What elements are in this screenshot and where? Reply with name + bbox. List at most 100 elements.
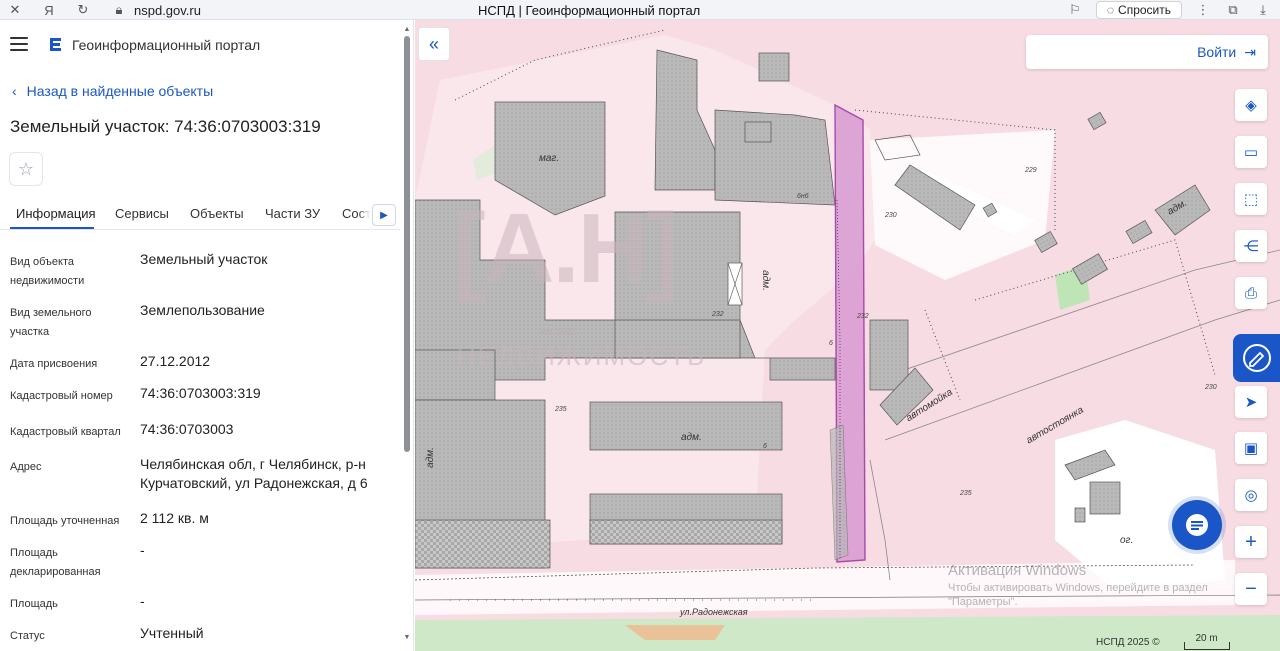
info-key: Кадастровый квартал — [10, 426, 121, 438]
windows-activation-subtitle: Чтобы активировать Windows, перейдите в … — [948, 582, 1208, 608]
ruler-button[interactable]: ▭ — [1235, 136, 1267, 168]
geo-point-icon: ◎ — [1244, 487, 1258, 504]
info-key: Статус — [10, 630, 45, 642]
tab-objects[interactable]: Объекты — [190, 206, 244, 221]
info-key: Площадь декларированная — [10, 547, 101, 578]
minus-icon: − — [1245, 577, 1257, 600]
star-icon: ☆ — [17, 158, 35, 179]
print-button[interactable]: ⎙ — [1235, 277, 1267, 309]
scroll-up-icon[interactable]: ▲ — [403, 26, 411, 33]
tabs-next-button[interactable]: ▶ — [372, 204, 396, 226]
address-bar[interactable]: 🔒︎ nspd.gov.ru — [110, 0, 201, 20]
map-canvas[interactable]: [А.Н] НЕДВИЖИМОСТЬ est. 2013 маг. адм. а… — [415, 20, 1280, 651]
portal-logo-icon — [50, 38, 61, 51]
back-to-results-link[interactable]: ‹ Назад в найденные объекты — [12, 83, 213, 99]
menu-icon[interactable] — [10, 37, 28, 51]
double-chevron-left-icon: « — [428, 33, 439, 54]
close-tab-icon[interactable]: ✕ — [6, 1, 24, 19]
share-icon: ⋲ — [1243, 238, 1259, 255]
map-credit: НСПД 2025 © — [1096, 637, 1160, 648]
info-value: - — [140, 542, 145, 558]
info-key: Площадь — [10, 598, 58, 610]
ruler-icon: ▭ — [1243, 144, 1259, 161]
info-key: Дата присвоения — [10, 358, 98, 370]
map-number-label: 6 — [763, 443, 767, 450]
zoom-in-button[interactable]: + — [1235, 526, 1267, 558]
windows-activation-title: Активация Windows — [948, 562, 1087, 579]
chat-icon — [1186, 514, 1208, 536]
login-icon: ⇥ — [1244, 43, 1256, 60]
map-footer: НСПД 2025 © 20 m — [1096, 633, 1230, 651]
tab-parts[interactable]: Части ЗУ — [265, 206, 320, 221]
favorite-button[interactable]: ☆ — [9, 152, 43, 186]
map-number-label: 230 — [1205, 384, 1217, 391]
windows-activation-notice: Активация Windows Чтобы активировать Win… — [948, 562, 1248, 609]
more-icon[interactable]: ⋮ — [1194, 1, 1212, 19]
panel-scrollbar[interactable]: ▲ ▼ — [403, 26, 411, 646]
info-key: Кадастровый номер — [10, 390, 113, 402]
select-area-button[interactable]: ⬚ — [1235, 183, 1267, 215]
map-label-garden: ог. — [1120, 535, 1134, 546]
ask-button-label: Спросить — [1118, 3, 1171, 17]
chat-button[interactable] — [1172, 500, 1222, 550]
plus-icon: + — [1245, 530, 1257, 553]
location-arrow-icon: ➤ — [1244, 394, 1258, 411]
page-tab-title: НСПД | Геоинформационный портал — [478, 2, 701, 18]
download-icon[interactable]: ⤓ — [1254, 1, 1272, 19]
map-number-label: 232 — [857, 313, 869, 320]
watermark-text: НЕДВИЖИМОСТЬ — [457, 341, 707, 371]
lock-icon: 🔒︎ — [115, 2, 123, 17]
info-key: Адрес — [10, 461, 42, 473]
info-value: Учтенный — [140, 625, 204, 641]
ask-button[interactable]: ◌ Спросить — [1095, 1, 1182, 19]
scrollbar-thumb[interactable] — [404, 36, 410, 452]
map-number-label: 230 — [885, 212, 897, 219]
info-value: Земельный участок — [140, 251, 268, 267]
info-panel: Геоинформационный портал ‹ Назад в найде… — [0, 20, 414, 651]
info-value: Землепользование — [140, 302, 265, 318]
yandex-icon[interactable]: Я — [40, 1, 58, 19]
info-key: Вид земельного участка — [10, 307, 92, 338]
minimap-icon: ▣ — [1243, 440, 1259, 457]
share-button[interactable]: ⋲ — [1235, 230, 1267, 262]
collapse-panel-button[interactable]: « — [418, 27, 450, 61]
info-key: Площадь уточненная — [10, 515, 120, 527]
locate-button[interactable]: ➤ — [1235, 386, 1267, 418]
login-button[interactable]: Войти ⇥ — [1026, 35, 1268, 69]
minimap-button[interactable]: ▣ — [1235, 432, 1267, 464]
tabs: Информация Сервисы Объекты Части ЗУ Сост… — [0, 200, 400, 230]
layers-button[interactable]: ◈ — [1235, 89, 1267, 121]
tab-services[interactable]: Сервисы — [115, 206, 169, 221]
map-edit-icon — [1242, 344, 1271, 372]
map-label-adm: адм. — [681, 432, 702, 443]
map-label-adm: адм. — [759, 270, 771, 291]
page-title: Земельный участок: 74:36:0703003:319 — [10, 117, 321, 136]
zoom-out-button[interactable]: − — [1235, 573, 1267, 605]
chevron-left-icon: ‹ — [12, 83, 17, 99]
watermark-logo: [А.Н] — [453, 193, 679, 303]
info-value: 27.12.2012 — [140, 353, 211, 369]
extensions-icon[interactable]: ⧉ — [1224, 1, 1242, 19]
info-key: Вид объекта недвижимости — [10, 256, 85, 287]
map-label-mag: маг. — [539, 153, 560, 164]
info-value: - — [140, 593, 145, 609]
geo-point-button[interactable]: ◎ — [1235, 479, 1267, 511]
watermark-est: est. 2013 — [540, 327, 578, 337]
browser-nav: ✕ Я ↻ — [6, 0, 92, 20]
map-number-label: 232 — [712, 311, 724, 318]
map-edit-button[interactable] — [1233, 334, 1280, 382]
scale-bar — [1183, 642, 1230, 650]
alice-icon: ◌ — [1106, 3, 1115, 17]
map-number-label: 235 — [555, 406, 567, 413]
browser-actions: ⚐ ◌ Спросить ⋮ ⧉ ⤓ — [1066, 0, 1272, 20]
url-text: nspd.gov.ru — [134, 2, 201, 18]
scroll-down-icon[interactable]: ▼ — [403, 634, 411, 641]
reload-icon[interactable]: ↻ — [74, 1, 92, 19]
active-tab-indicator — [10, 227, 94, 229]
info-value: 74:36:0703003 — [140, 421, 234, 437]
tab-information[interactable]: Информация — [16, 206, 96, 221]
bookmark-icon[interactable]: ⚐ — [1066, 1, 1084, 19]
map-label-adm: адм. — [424, 447, 436, 468]
layers-icon: ◈ — [1245, 97, 1257, 114]
browser-bar: ✕ Я ↻ 🔒︎ nspd.gov.ru НСПД | Геоинформаци… — [0, 0, 1280, 20]
